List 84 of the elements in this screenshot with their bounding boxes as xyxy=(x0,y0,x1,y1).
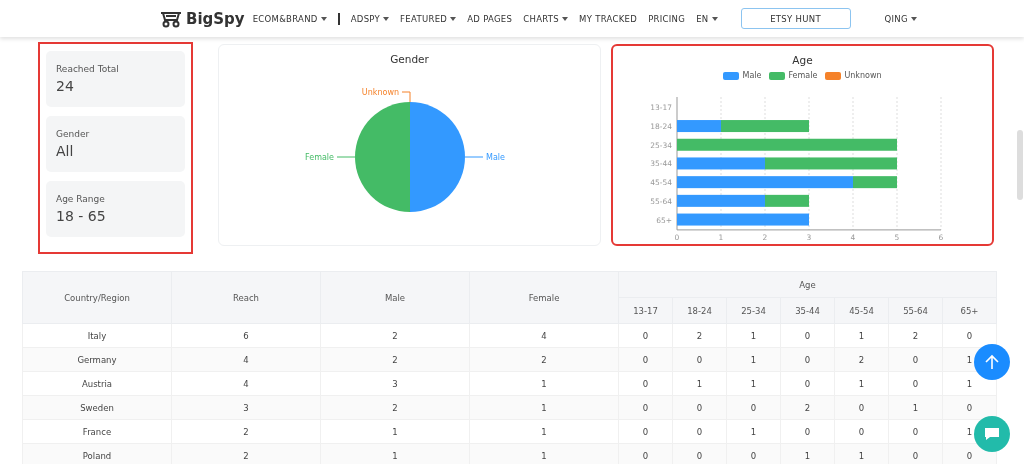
table-cell: 0 xyxy=(834,419,889,444)
chat-bubble-icon xyxy=(984,427,1000,441)
table-cell: 0 xyxy=(618,371,673,396)
table-cell: 4 xyxy=(171,371,321,396)
table-cell: 1 xyxy=(672,371,727,396)
chat-button[interactable] xyxy=(974,416,1010,452)
nav-link[interactable]: MY TRACKED xyxy=(579,13,638,24)
arrow-up-icon xyxy=(985,354,999,370)
stat-value: All xyxy=(56,143,75,159)
table-cell: 4 xyxy=(171,347,321,372)
caret-icon xyxy=(910,16,917,21)
nav-link[interactable]: AD PAGES xyxy=(467,13,513,24)
table-cell: 2 xyxy=(469,347,619,372)
slice-label: Unknown xyxy=(361,88,399,97)
user-menu[interactable]: QING xyxy=(884,13,917,24)
nav-link[interactable]: ECOM&BRAND xyxy=(252,12,340,25)
table-cell: 0 xyxy=(618,419,673,444)
caret-icon xyxy=(562,16,569,21)
table-cell: 1 xyxy=(834,371,889,396)
table-cell: Germany xyxy=(22,347,172,372)
table-cell: 2 xyxy=(888,323,943,348)
column-header: Country/Region xyxy=(22,271,172,324)
slice-label: Male xyxy=(486,153,505,162)
chart-title: Gender xyxy=(389,53,430,65)
brand-name: BigSpy xyxy=(186,9,245,28)
nav-link[interactable]: CHARTS xyxy=(523,13,569,24)
table-cell: 1 xyxy=(726,371,781,396)
column-header: Male xyxy=(320,271,470,324)
stat-value: 18 - 65 xyxy=(56,208,107,224)
table-cell: 1 xyxy=(726,419,781,444)
column-header: Female xyxy=(469,271,619,324)
nav-link[interactable]: FEATURED xyxy=(400,13,457,24)
table-cell: France xyxy=(22,419,172,444)
table-cell: 0 xyxy=(780,323,835,348)
table-cell: 2 xyxy=(320,323,470,348)
table-cell: Italy xyxy=(22,323,172,348)
column-header: Age xyxy=(618,271,997,298)
table-cell: 2 xyxy=(320,347,470,372)
table-cell: 1 xyxy=(726,323,781,348)
table-cell: 3 xyxy=(320,371,470,396)
etsy-hunt-button[interactable]: ETSY HUNT xyxy=(740,8,851,29)
caret-icon xyxy=(450,16,457,21)
stat-label: Reached Total xyxy=(56,64,120,74)
table-cell: Austria xyxy=(22,371,172,396)
table-cell: 1 xyxy=(469,371,619,396)
table-cell: 2 xyxy=(171,419,321,444)
table-cell: 2 xyxy=(320,395,470,420)
leader-line xyxy=(336,156,356,158)
leader-line xyxy=(464,156,484,158)
caret-icon xyxy=(320,16,327,21)
logo-icon xyxy=(160,9,182,28)
table-cell: 4 xyxy=(469,323,619,348)
table-cell: 0 xyxy=(888,371,943,396)
legend-label: Unknown xyxy=(844,71,882,80)
table-cell: 3 xyxy=(171,395,321,420)
table-cell: 0 xyxy=(618,323,673,348)
nav-link[interactable]: ADSPY xyxy=(350,13,390,24)
table-cell: 1 xyxy=(469,419,619,444)
stat-value: 24 xyxy=(56,78,75,94)
table-cell: 6 xyxy=(171,323,321,348)
chart-title: Age xyxy=(791,54,814,66)
table-cell: 1 xyxy=(834,323,889,348)
legend-label: Male xyxy=(742,71,762,80)
table-cell: 0 xyxy=(888,419,943,444)
nav-link[interactable]: PRICING xyxy=(648,13,686,24)
stat-label: Gender xyxy=(56,129,91,139)
table-cell: Poland xyxy=(22,443,172,464)
table-cell: 2 xyxy=(672,323,727,348)
table-cell: 0 xyxy=(780,371,835,396)
table-cell: 0 xyxy=(672,419,727,444)
table-cell: 1 xyxy=(469,395,619,420)
scrollbar-thumb[interactable] xyxy=(1017,130,1023,200)
column-header: Reach xyxy=(171,271,321,324)
leader-line xyxy=(401,91,411,103)
slice-label: Female xyxy=(305,153,334,162)
nav-link[interactable]: EN xyxy=(696,13,718,24)
back-to-top-button[interactable] xyxy=(974,344,1010,380)
stat-label: Age Range xyxy=(56,194,106,204)
legend-label: Female xyxy=(788,71,818,80)
table-cell: 0 xyxy=(780,419,835,444)
table-cell: Sweden xyxy=(22,395,172,420)
table-cell: 1 xyxy=(320,419,470,444)
caret-icon xyxy=(711,16,718,21)
caret-icon xyxy=(383,16,390,21)
